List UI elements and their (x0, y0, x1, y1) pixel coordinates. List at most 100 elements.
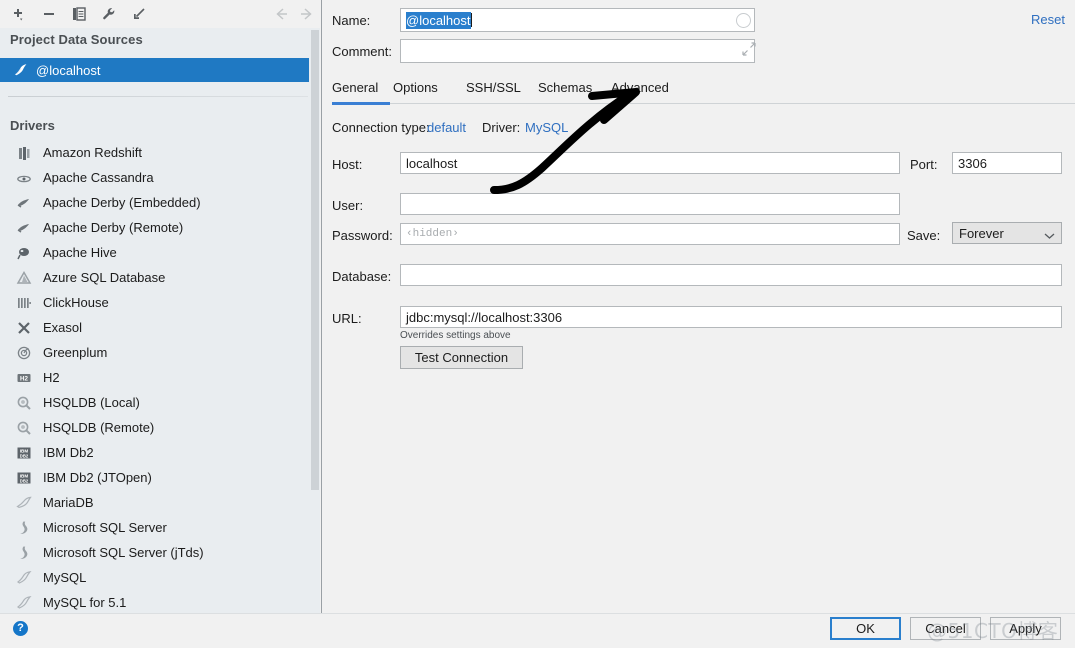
copy-icon[interactable] (68, 4, 90, 24)
name-status-circle-icon (736, 13, 751, 28)
connection-type-label: Connection type: (332, 120, 430, 135)
nav-forward-button[interactable] (296, 4, 316, 24)
sidebar-item-localhost[interactable]: @localhost (0, 58, 309, 82)
text-caret (470, 13, 472, 27)
tab-ssh-ssl[interactable]: SSH/SSL (466, 80, 521, 95)
port-input-value: 3306 (958, 155, 987, 171)
name-input-value: @localhost (406, 11, 471, 29)
driver-list-item-label: Microsoft SQL Server (jTds) (43, 545, 204, 560)
driver-list-item[interactable]: MySQL for 5.1 (0, 590, 309, 613)
svg-text:DB2: DB2 (20, 453, 29, 458)
driver-list-item[interactable]: Apache Cassandra (0, 165, 309, 190)
azure-icon (14, 269, 34, 287)
driver-list-item-label: Apache Derby (Embedded) (43, 195, 201, 210)
driver-list-item[interactable]: Apache Hive (0, 240, 309, 265)
host-label: Host: (332, 157, 363, 172)
connection-type-value[interactable]: default (427, 120, 466, 135)
sidebar-item-label: @localhost (36, 62, 101, 78)
driver-value[interactable]: MySQL (525, 120, 568, 135)
main-panel: Name: @localhost Comment: Reset General O… (322, 0, 1075, 613)
driver-list-item[interactable]: IBM DB2 IBM Db2 (0, 440, 309, 465)
hsqldb-icon (14, 394, 34, 412)
help-icon[interactable]: ? (13, 621, 28, 636)
database-input[interactable] (400, 264, 1062, 286)
ok-button[interactable]: OK (830, 617, 901, 640)
driver-list-item[interactable]: Microsoft SQL Server (0, 515, 309, 540)
tab-general[interactable]: General (332, 80, 378, 95)
remove-icon[interactable] (38, 4, 60, 24)
db2-icon: IBM DB2 (14, 444, 34, 462)
sidebar-toolbar (0, 0, 320, 28)
cassandra-icon (14, 169, 34, 187)
driver-list-item[interactable]: Azure SQL Database (0, 265, 309, 290)
sidebar: Project Data Sources @localhost Drivers … (0, 0, 320, 613)
exasol-icon (14, 319, 34, 337)
tab-advanced[interactable]: Advanced (611, 80, 669, 95)
driver-list-item[interactable]: IBM DB2 IBM Db2 (JTOpen) (0, 465, 309, 490)
driver-list-item-label: Amazon Redshift (43, 145, 142, 160)
driver-list-item[interactable]: HSQLDB (Local) (0, 390, 309, 415)
chevron-down-icon (1044, 228, 1055, 243)
driver-list-item[interactable]: Greenplum (0, 340, 309, 365)
mariadb-icon (14, 494, 34, 512)
greenplum-icon (14, 344, 34, 362)
import-icon[interactable] (128, 4, 150, 24)
derby-icon (14, 219, 34, 237)
tab-options[interactable]: Options (393, 80, 438, 95)
reset-link[interactable]: Reset (1031, 12, 1065, 27)
svg-text:H2: H2 (20, 375, 28, 382)
drivers-header: Drivers (10, 118, 55, 133)
sidebar-divider (8, 96, 308, 97)
port-label: Port: (910, 157, 938, 172)
tab-bar-baseline (332, 103, 1075, 104)
user-input[interactable] (400, 193, 900, 215)
driver-list-item[interactable]: Exasol (0, 315, 309, 340)
derby-icon (14, 194, 34, 212)
driver-list-item-label: Apache Derby (Remote) (43, 220, 184, 235)
url-input[interactable]: jdbc:mysql://localhost:3306 (400, 306, 1062, 328)
driver-list-item[interactable]: Microsoft SQL Server (jTds) (0, 540, 309, 565)
driver-list: Amazon Redshift Apache Cassandra Apache De… (0, 140, 309, 613)
host-input[interactable]: localhost (400, 152, 900, 174)
comment-input[interactable] (400, 39, 755, 63)
driver-list-item-label: MySQL for 5.1 (43, 595, 127, 610)
driver-list-item[interactable]: Apache Derby (Remote) (0, 215, 309, 240)
url-label: URL: (332, 311, 362, 326)
password-input[interactable]: ‹hidden› (400, 223, 900, 245)
driver-list-item-label: ClickHouse (43, 295, 109, 310)
tab-schemas[interactable]: Schemas (538, 80, 592, 95)
driver-list-item[interactable]: ClickHouse (0, 290, 309, 315)
driver-list-item-label: Exasol (43, 320, 83, 335)
expand-icon[interactable] (742, 42, 756, 56)
watermark: @51CTO博客 (927, 619, 1059, 643)
h2-icon: H2 (14, 369, 34, 387)
driver-list-item[interactable]: MySQL (0, 565, 309, 590)
mssql-icon (14, 519, 34, 537)
save-mode-value: Forever (959, 225, 1004, 241)
name-input[interactable]: @localhost (400, 8, 755, 32)
driver-list-item-label: H2 (43, 370, 60, 385)
comment-label: Comment: (332, 44, 392, 59)
driver-list-item-label: HSQLDB (Local) (43, 395, 140, 410)
driver-list-item[interactable]: Apache Derby (Embedded) (0, 190, 309, 215)
driver-list-item-label: Azure SQL Database (43, 270, 166, 285)
driver-list-item[interactable]: HSQLDB (Remote) (0, 415, 309, 440)
nav-back-button[interactable] (272, 4, 292, 24)
driver-list-item[interactable]: H2 H2 (0, 365, 309, 390)
driver-list-item-label: MySQL (43, 570, 87, 585)
test-connection-button[interactable]: Test Connection (400, 346, 523, 369)
wrench-icon[interactable] (98, 4, 120, 24)
add-icon[interactable] (8, 4, 30, 24)
driver-list-item-label: IBM Db2 (43, 445, 94, 460)
sidebar-scrollbar-thumb[interactable] (311, 30, 319, 490)
port-input[interactable]: 3306 (952, 152, 1062, 174)
password-placeholder: ‹hidden› (406, 228, 459, 240)
driver-list-item[interactable]: Amazon Redshift (0, 140, 309, 165)
tab-active-indicator (332, 102, 390, 105)
driver-list-item-label: Apache Cassandra (43, 170, 154, 185)
driver-list-item[interactable]: MariaDB (0, 490, 309, 515)
overrides-note: Overrides settings above (400, 330, 511, 341)
driver-list-item-label: Microsoft SQL Server (43, 520, 167, 535)
redshift-icon (14, 144, 34, 162)
save-mode-dropdown[interactable]: Forever (952, 222, 1062, 244)
